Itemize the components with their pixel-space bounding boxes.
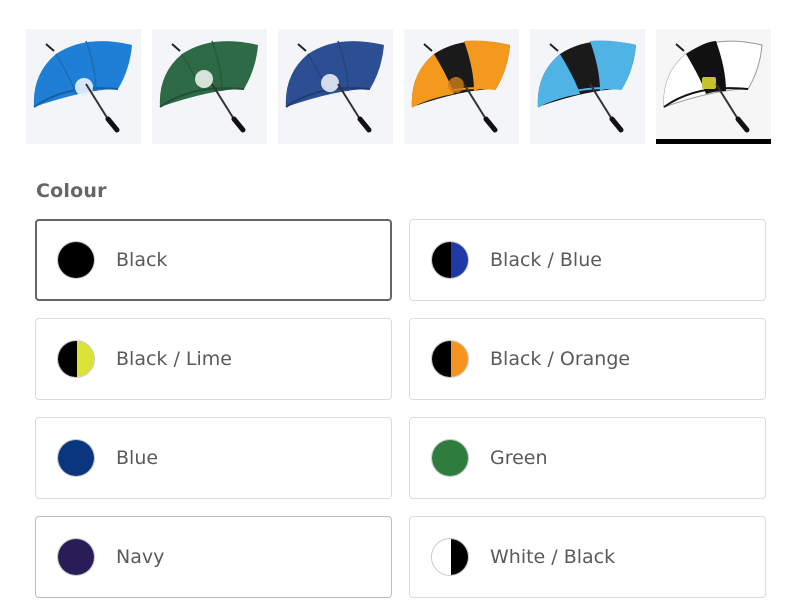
colour-swatch	[431, 439, 469, 477]
umbrella-image	[663, 40, 763, 133]
colour-swatch	[57, 538, 95, 576]
colour-swatch	[57, 241, 95, 279]
colour-option-black-orange[interactable]: Black / Orange	[409, 318, 766, 400]
colour-swatch	[57, 439, 95, 477]
colour-swatch	[431, 241, 469, 279]
colour-option-black[interactable]: Black	[35, 219, 392, 301]
product-thumbnail-gallery	[26, 29, 771, 144]
umbrella-image	[159, 40, 258, 133]
umbrella-image	[411, 40, 510, 133]
colour-option-black-lime[interactable]: Black / Lime	[35, 318, 392, 400]
colour-swatch	[431, 538, 469, 576]
colour-swatch	[431, 340, 469, 378]
thumbnail-umbrella-navy-blue[interactable]	[278, 29, 393, 144]
thumbnail-umbrella-blue[interactable]	[26, 29, 141, 144]
umbrella-image	[285, 40, 384, 133]
colour-option-label: Black / Lime	[116, 348, 232, 370]
colour-option-green[interactable]: Green	[409, 417, 766, 499]
colour-option-label: Blue	[116, 447, 159, 469]
thumbnail-umbrella-white-black[interactable]	[656, 29, 771, 144]
colour-option-white-black[interactable]: White / Black	[409, 516, 766, 598]
thumbnail-umbrella-black-blue[interactable]	[530, 29, 645, 144]
colour-heading: Colour	[36, 180, 107, 202]
colour-option-label: Navy	[116, 546, 165, 568]
colour-option-navy[interactable]: Navy	[35, 516, 392, 598]
colour-option-label: White / Black	[490, 546, 616, 568]
colour-option-label: Black / Blue	[490, 249, 602, 271]
colour-swatch	[57, 340, 95, 378]
colour-options-grid: Black Black / Blue Black / Lime Black / …	[35, 219, 766, 598]
colour-option-label: Black	[116, 249, 168, 271]
thumbnail-umbrella-green[interactable]	[152, 29, 267, 144]
colour-option-blue[interactable]: Blue	[35, 417, 392, 499]
colour-option-label: Black / Orange	[490, 348, 631, 370]
colour-option-label: Green	[490, 447, 548, 469]
umbrella-image	[33, 40, 132, 133]
thumbnail-umbrella-black-orange[interactable]	[404, 29, 519, 144]
umbrella-image	[537, 40, 636, 133]
colour-option-black-blue[interactable]: Black / Blue	[409, 219, 766, 301]
